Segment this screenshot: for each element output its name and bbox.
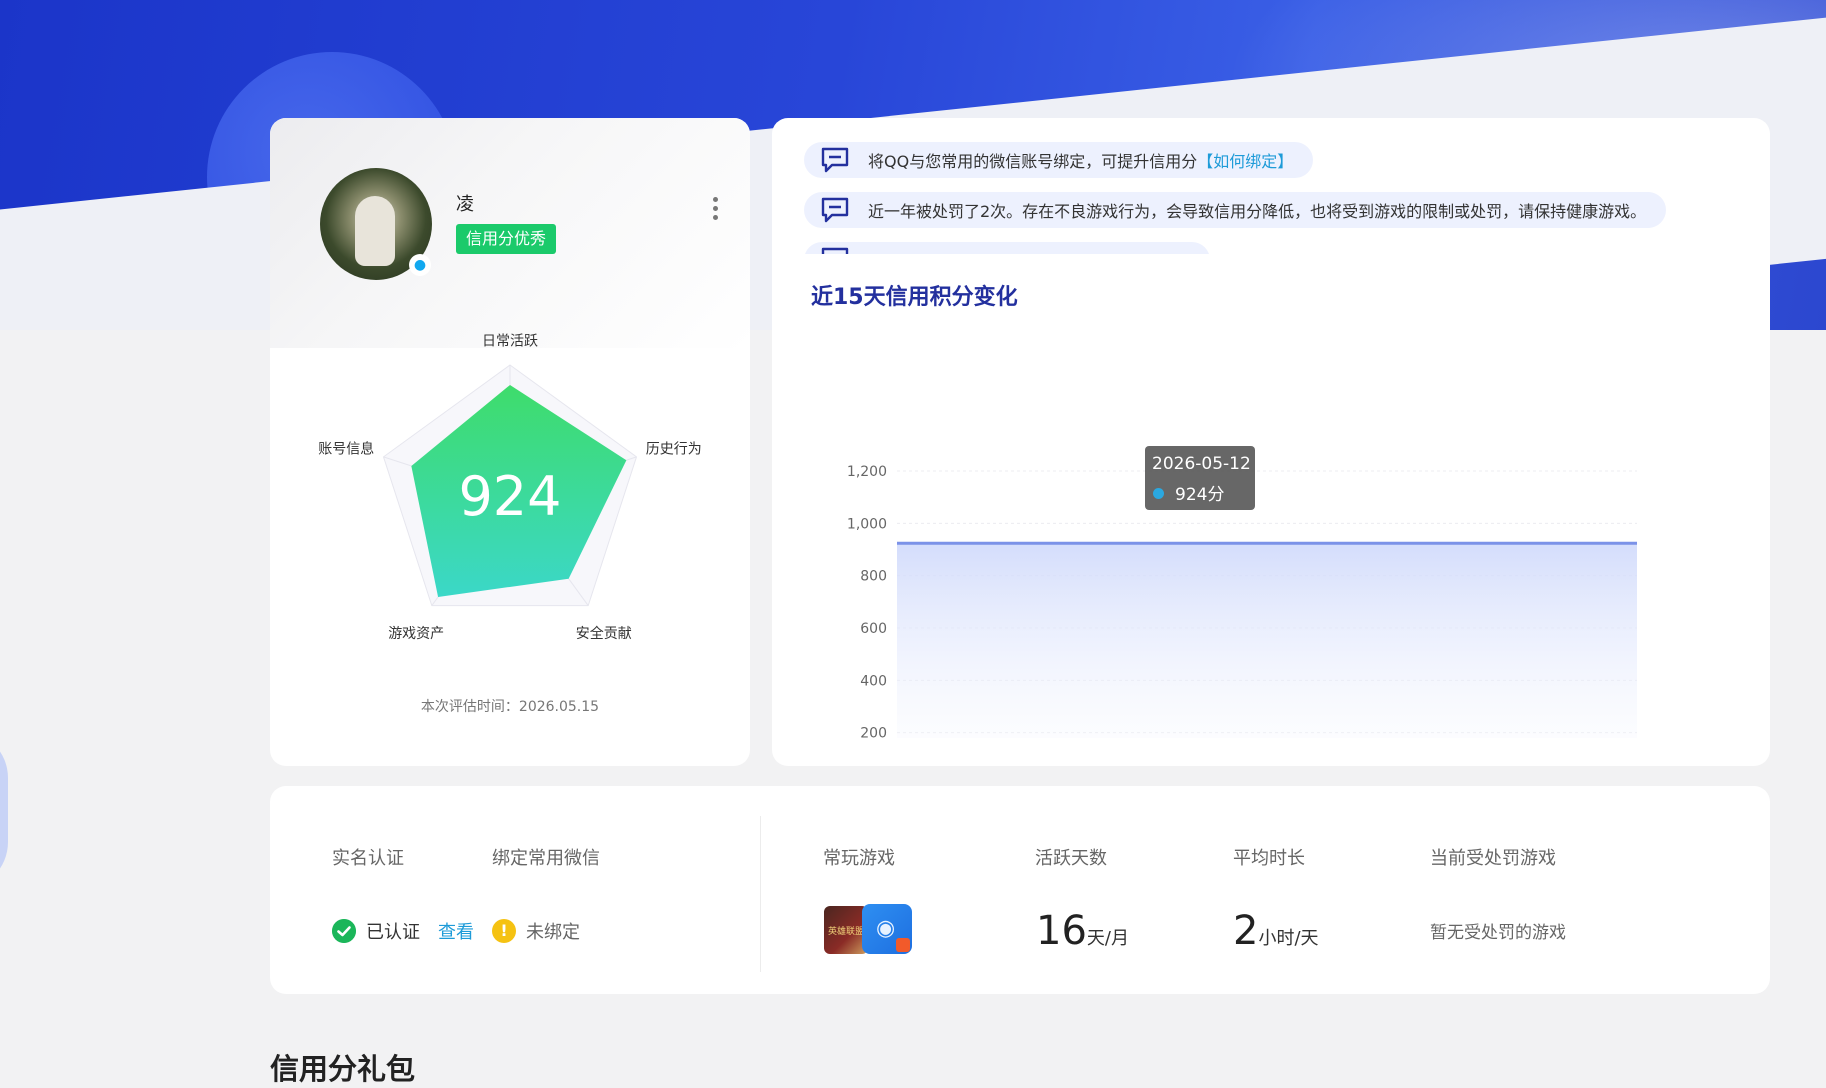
game-badge-icon [896,938,910,952]
avg-duration-label: 平均时长 [1233,844,1305,870]
radar-axis-label: 日常活跃 [482,333,538,349]
how-to-bind-link[interactable]: 【如何绑定】 [1197,148,1293,172]
divider [760,816,761,972]
radar-axis-label: 安全贡献 [576,625,632,642]
y-tick-label: 1,200 [847,464,887,480]
notice-text: 将QQ与您常用的微信账号绑定，可提升信用分 [868,148,1197,172]
active-days-value: 16天/月 [1036,908,1129,954]
check-circle-icon [332,919,356,943]
wechat-status-text: 未绑定 [526,918,580,944]
message-icon [820,147,850,173]
game-icon-text: 英雄联盟 [828,924,864,937]
realname-status-text: 已认证 [366,918,420,944]
series-marker-icon [1153,488,1164,499]
chart-tooltip: 2026-05-12 924分 [1145,446,1255,510]
chart-title: 近15天信用积分变化 [811,279,1018,311]
view-realname-link[interactable]: 查看 [438,918,474,944]
notice-bind-wechat: 将QQ与您常用的微信账号绑定，可提升信用分 【如何绑定】 [804,142,1313,178]
realname-label: 实名认证 [332,844,404,870]
avg-duration-number: 2 [1233,908,1258,954]
more-options-icon[interactable] [710,194,720,224]
side-decoration [0,730,8,890]
radar-axis-label: 历史行为 [646,442,702,458]
notice-next [804,242,1210,254]
section-title-gift: 信用分礼包 [270,1046,415,1088]
gamepad-icon: ◉ [876,916,895,941]
y-tick-label: 600 [860,621,887,637]
score-area [897,543,1637,738]
notice-penalty: 近一年被处罚了2次。存在不良游戏行为，会导致信用分降低，也将受到游戏的限制或处罚… [804,192,1666,228]
radar-axis-label: 账号信息 [318,441,374,458]
notice-text: 近一年被处罚了2次。存在不良游戏行为，会导致信用分降低，也将受到游戏的限制或处罚… [868,198,1646,222]
active-days-unit: 天/月 [1087,928,1129,949]
games-label: 常玩游戏 [823,844,895,870]
qq-penguin-icon: ● [409,254,431,276]
profile-card: ● 凌 信用分优秀 924 日常活跃历史行为安全贡献 游戏资产 账号信息 本次评估时… [270,118,750,766]
y-axis-ticks: 02004006008001,0001,200 [847,464,887,738]
active-days-label: 活跃天数 [1035,844,1107,870]
account-stats-card: 实名认证 绑定常用微信 已认证 查看 ! 未绑定 常玩游戏 活跃天数 平均时长 … [270,786,1770,994]
score-trend-card: 将QQ与您常用的微信账号绑定，可提升信用分 【如何绑定】 近一年被处罚了2次。存… [772,118,1770,766]
score-line-chart[interactable]: 02004006008001,0001,200 11日12日13日14日15日1… [772,318,1770,738]
wechat-status: ! 未绑定 [492,918,580,944]
message-icon [820,247,850,254]
avatar-figure [355,196,395,266]
radar-axis-label: 游戏资产 [388,626,444,642]
wechat-label: 绑定常用微信 [492,844,600,870]
avg-duration-value: 2小时/天 [1233,908,1319,954]
y-tick-label: 1,000 [847,516,887,532]
notice-ticker: 将QQ与您常用的微信账号绑定，可提升信用分 【如何绑定】 近一年被处罚了2次。存… [804,142,1754,254]
warning-icon: ! [492,919,516,943]
evaluation-time: 本次评估时间：2026.05.15 [270,696,750,716]
frequent-games: 英雄联盟 ◉ [824,904,916,956]
avg-duration-unit: 小时/天 [1258,928,1318,949]
y-tick-label: 800 [860,569,887,585]
tooltip-value: 924分 [1175,480,1224,505]
penalty-value: 暂无受处罚的游戏 [1430,918,1566,943]
penalty-label: 当前受处罚游戏 [1430,844,1556,870]
message-icon [820,197,850,223]
credit-score-value: 924 [458,465,561,528]
realname-status: 已认证 查看 [332,918,474,944]
tooltip-date: 2026-05-12 [1152,454,1251,474]
y-tick-label: 400 [860,673,887,689]
credit-radar-chart: 924 日常活跃历史行为安全贡献 游戏资产 账号信息 [270,298,750,688]
game-icon-gamepad[interactable]: ◉ [862,904,912,954]
y-tick-label: 200 [860,726,887,738]
nickname: 凌 [456,190,474,216]
credit-level-badge: 信用分优秀 [456,224,556,254]
active-days-number: 16 [1036,908,1087,954]
